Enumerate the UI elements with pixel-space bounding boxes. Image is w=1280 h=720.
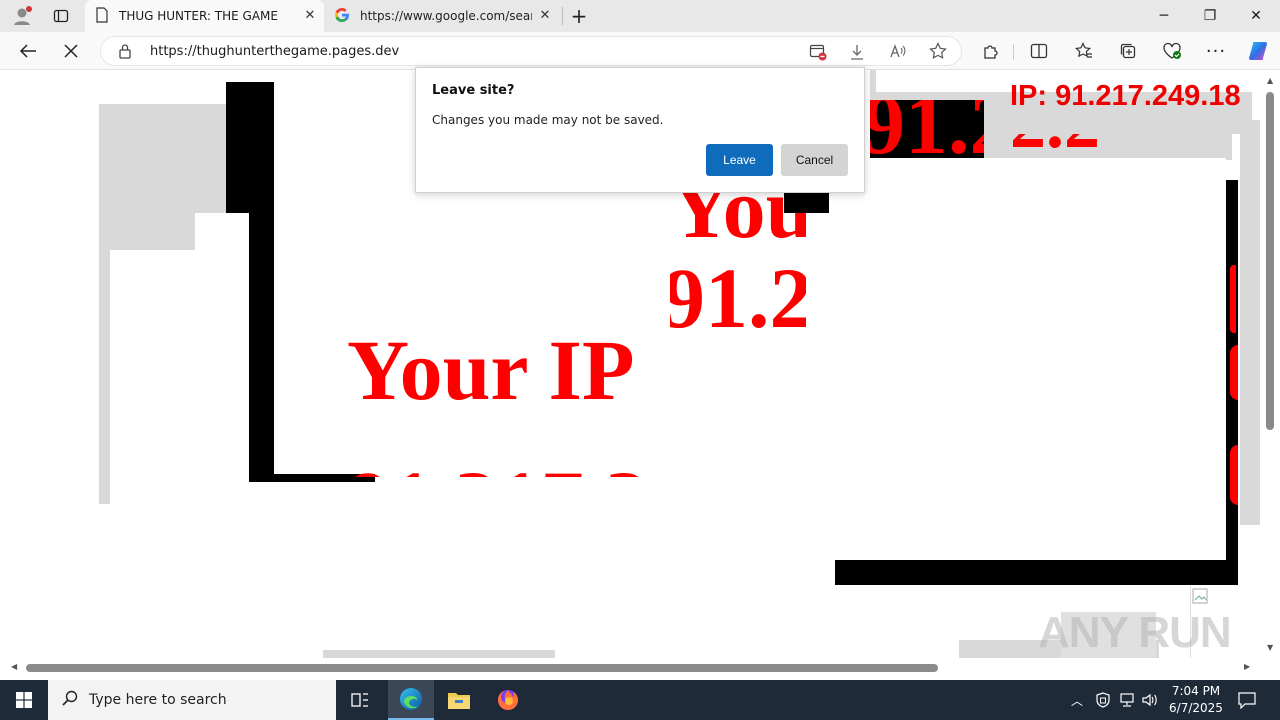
cut-text-clip: 91.217.2 [347,455,677,477]
red-blob [1230,265,1236,333]
address-bar[interactable]: https://thughunterthegame.pages.dev [100,36,962,66]
red-blob [1230,345,1238,400]
toolbar-divider [1013,44,1014,60]
close-tab-icon[interactable]: ✕ [302,8,318,24]
read-aloud-icon[interactable] [889,43,907,65]
clock-date: 6/7/2025 [1169,701,1223,715]
url-text: https://thughunterthegame.pages.dev [150,44,400,59]
scroll-right-icon[interactable]: ▶ [1244,662,1250,671]
close-tab-icon[interactable]: ✕ [537,8,553,24]
gray-block [99,250,110,504]
top-cut-text: 2.2 [1010,134,1100,160]
dialog-title: Leave site? [432,83,515,98]
top-cut-text-clip: 91.2 [870,100,984,160]
split-screen-icon[interactable] [1024,36,1054,66]
tab-strip: THUG HUNTER: THE GAME ✕ https://www.goog… [0,0,1280,32]
restore-button[interactable]: ❐ [1187,0,1233,32]
settings-more-icon[interactable]: ··· [1201,36,1231,66]
google-icon [334,7,350,26]
black-block [226,82,274,213]
notifications-icon[interactable] [1237,691,1257,713]
top-cut-text-clip: 2.2 [1010,134,1220,160]
black-block [249,213,274,482]
leave-site-dialog: Leave site? Changes you made may not be … [415,67,865,193]
search-placeholder: Type here to search [89,692,227,708]
taskbar-clock[interactable]: 7:04 PM 6/7/2025 [1162,683,1230,717]
windows-start-icon[interactable] [0,680,48,720]
scroll-left-icon[interactable]: ◀ [11,662,17,671]
browser-toolbar: https://thughunterthegame.pages.dev ··· [0,32,1280,70]
gray-block [99,213,195,250]
dialog-message: Changes you made may not be saved. [432,113,664,127]
minimize-button[interactable]: ─ [1141,0,1187,32]
extensions-icon[interactable] [976,36,1006,66]
lock-icon[interactable] [118,43,132,63]
defender-icon[interactable] [1096,692,1110,712]
stop-loading-icon[interactable] [56,36,86,66]
vertical-scroll-thumb[interactable] [1266,92,1274,430]
tab-title: https://www.google.com/search [360,9,532,23]
taskbar-search-box[interactable]: Type here to search [48,680,336,720]
scroll-up-icon[interactable]: ▲ [1267,76,1273,85]
tab-title: THUG HUNTER: THE GAME [119,9,278,23]
ip-address-label: IP: 91.217.249.18 [1010,80,1241,112]
back-icon[interactable] [13,36,43,66]
tab-divider [562,7,563,25]
your-ip-heading: Your IP [347,322,635,418]
white-panel [835,158,1226,560]
scroll-down-icon[interactable]: ▼ [1267,643,1273,652]
browser-essentials-icon[interactable] [1157,36,1187,66]
close-window-button[interactable]: ✕ [1233,0,1279,32]
horizontal-scroll-thumb[interactable] [26,664,938,672]
red-blob [1230,445,1238,505]
tab-google-search[interactable]: https://www.google.com/search ✕ [326,0,561,32]
page-icon [95,6,109,26]
volume-icon[interactable] [1141,692,1159,712]
show-hidden-icons-icon[interactable]: ︿ [1071,692,1083,709]
watermark-logo: ANY RUN [1038,608,1232,657]
gray-block [1240,120,1260,525]
gray-block [323,650,555,658]
favorites-icon[interactable] [1069,36,1099,66]
copilot-icon[interactable] [1243,36,1273,66]
task-view-icon[interactable] [340,680,380,720]
vertical-scrollbar[interactable]: ▲ ▼ [1262,70,1280,658]
download-icon[interactable] [849,43,865,65]
file-explorer-icon[interactable] [437,680,481,720]
leave-button[interactable]: Leave [706,144,773,176]
horizontal-scrollbar[interactable]: ◀ ▶ [4,658,1262,678]
favorite-star-icon[interactable] [929,42,947,64]
collections-icon[interactable] [1113,36,1143,66]
ip-partial-text: 91.217.2 [347,455,648,477]
edge-taskbar-icon[interactable] [388,680,434,720]
black-block [835,560,1238,585]
profile-icon[interactable] [8,4,36,28]
tab-actions-icon[interactable] [47,4,75,28]
ip-number-text: 91.2 [670,250,806,340]
network-icon[interactable] [1118,692,1136,712]
cancel-button[interactable]: Cancel [781,144,848,176]
clock-time: 7:04 PM [1171,684,1221,698]
firefox-icon[interactable] [486,680,530,720]
top-cut-text: 91.2 [870,100,984,160]
taskbar: Type here to search ︿ 7:04 PM 6/7/2025 [0,680,1280,720]
gray-block [870,70,876,92]
popup-blocked-icon[interactable] [809,43,827,65]
search-icon [62,690,78,710]
tab-thug-hunter[interactable]: THUG HUNTER: THE GAME ✕ [85,0,324,32]
new-tab-icon[interactable]: + [566,4,592,28]
gray-block [99,123,228,213]
